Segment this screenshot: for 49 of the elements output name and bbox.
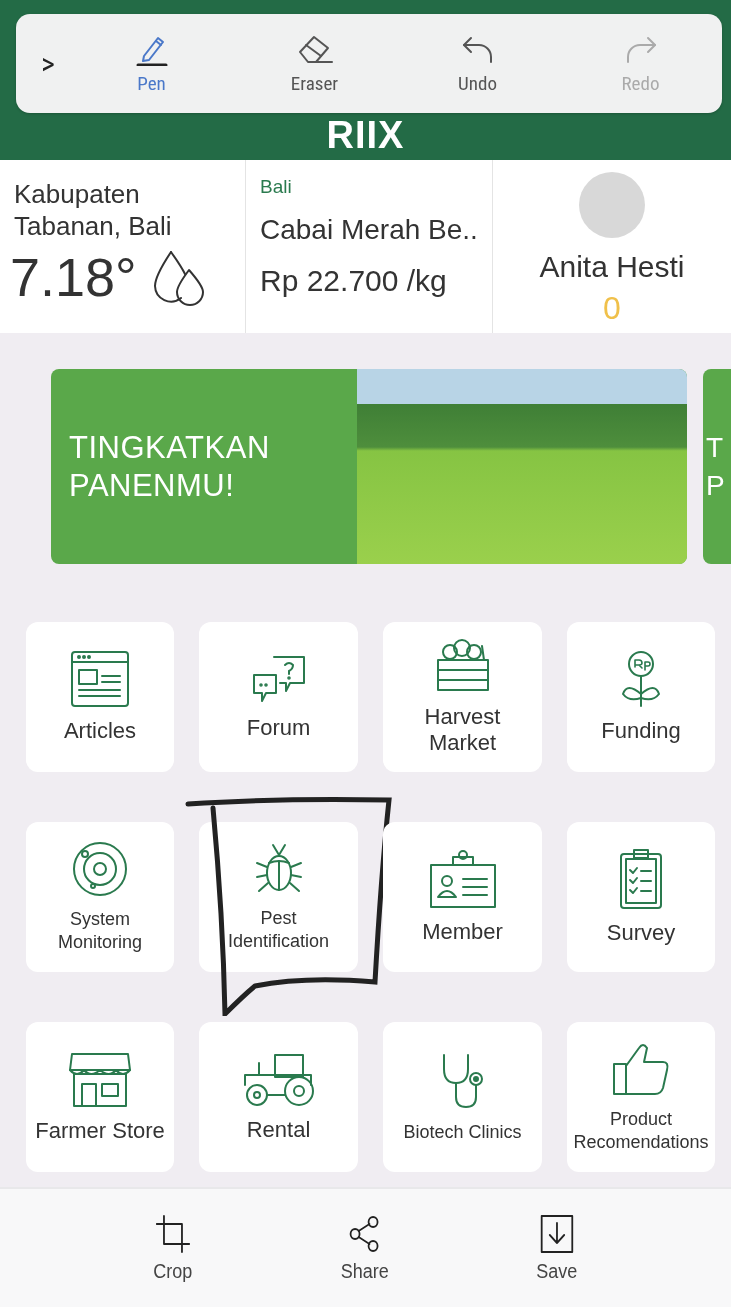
- clipboard-checklist-icon: [618, 848, 664, 910]
- menu-tile[interactable]: Product Recomendations: [567, 1022, 715, 1172]
- app-logo: RIIX: [326, 116, 405, 154]
- tool-button[interactable]: Pen: [70, 32, 233, 95]
- menu-label: Articles: [63, 718, 137, 744]
- menu-label: System Monitoring: [56, 908, 143, 954]
- menu-tile[interactable]: Funding: [567, 622, 715, 772]
- menu-label: Farmer Store: [35, 1118, 165, 1144]
- menu-label: Survey: [606, 920, 676, 946]
- location-text: Kabupaten Tabanan, Bali: [14, 178, 173, 242]
- menu-label: Rental: [246, 1117, 311, 1143]
- temperature-text: 7.18°: [10, 250, 137, 304]
- points-count: 0: [603, 290, 621, 327]
- menu-tile[interactable]: Articles: [26, 622, 174, 772]
- menu-tile[interactable]: Rental: [199, 1022, 358, 1172]
- menu-label: Product Recomendations: [572, 1108, 710, 1154]
- menu-label: Pest Identification: [226, 907, 331, 953]
- region-label: Bali: [260, 176, 293, 198]
- menu-tile[interactable]: Harvest Market: [383, 622, 542, 772]
- menu-tile[interactable]: Forum: [199, 622, 358, 772]
- menu-tile[interactable]: Member: [383, 822, 542, 972]
- download-icon: [539, 1213, 574, 1254]
- banner-headline: TINGKATKAN PANENMU!: [68, 428, 270, 505]
- user-name: Anita Hesti: [539, 250, 685, 284]
- menu-label: Member: [422, 919, 503, 945]
- id-card-icon: [428, 849, 497, 909]
- banner-headline: T P: [705, 430, 726, 503]
- menu-label: Harvest Market: [423, 704, 502, 756]
- action-button[interactable]: Share: [340, 1213, 389, 1283]
- menu-tile[interactable]: System Monitoring: [26, 822, 174, 972]
- action-button[interactable]: Crop: [153, 1213, 193, 1283]
- menu-tile[interactable]: Biotech Clinics: [383, 1022, 542, 1172]
- money-plant-icon: [619, 650, 663, 708]
- menu-label: Forum: [246, 715, 311, 741]
- action-button[interactable]: Save: [536, 1213, 578, 1283]
- browser-window-icon: [70, 650, 130, 708]
- tool-button[interactable]: Undo: [396, 32, 559, 95]
- crop-icon: [155, 1213, 192, 1254]
- price-text: Rp 22.700 /kg: [260, 264, 448, 298]
- menu-label: Funding: [601, 718, 681, 744]
- commodity-name: Cabai Merah Be..: [260, 214, 479, 246]
- tool-button[interactable]: Eraser: [233, 32, 396, 95]
- menu-label: Biotech Clinics: [403, 1120, 522, 1144]
- menu-tile[interactable]: Survey: [567, 822, 715, 972]
- menu-tile[interactable]: Pest Identification: [199, 822, 358, 972]
- storefront-icon: [68, 1050, 132, 1108]
- expand-chevron[interactable]: >: [26, 48, 70, 79]
- orbit-icon: [71, 840, 129, 898]
- menu-tile[interactable]: Farmer Store: [26, 1022, 174, 1172]
